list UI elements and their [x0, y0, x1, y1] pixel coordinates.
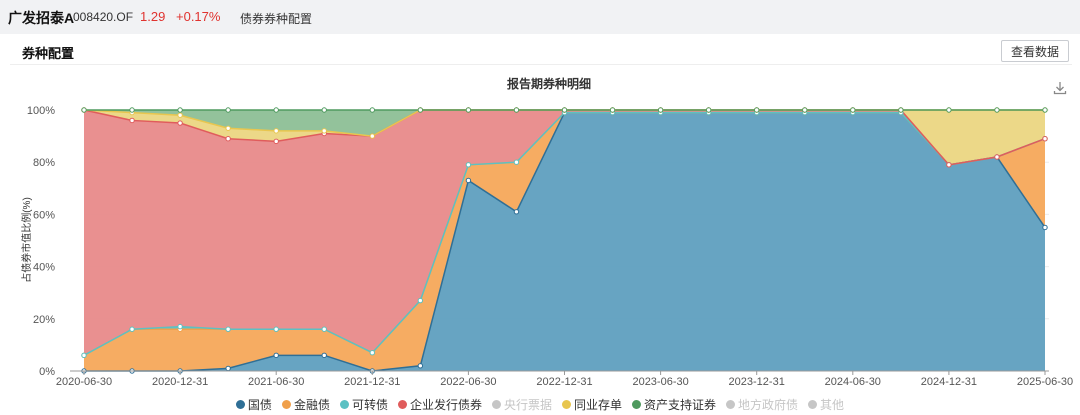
legend-label: 企业发行债券	[409, 398, 482, 412]
data-point[interactable]	[609, 107, 616, 113]
legend-item-同业存单[interactable]: 同业存单	[562, 396, 622, 413]
data-point[interactable]	[225, 107, 231, 113]
x-tick-label: 2021-12-31	[344, 376, 400, 388]
area-chart: 报告期券种明细 占债券市值比例(%) 0% 20% 40% 60% 80% 100% 202…	[20, 76, 1073, 388]
data-point[interactable]	[129, 107, 135, 113]
data-point[interactable]	[273, 128, 279, 134]
x-tick-label: 2020-12-31	[152, 376, 208, 388]
data-point[interactable]	[321, 326, 327, 332]
data-point[interactable]	[946, 107, 952, 113]
x-tick-label: 2023-06-30	[632, 376, 688, 388]
legend-label: 地方政府债	[738, 398, 799, 412]
download-icon[interactable]	[1052, 80, 1068, 96]
data-point[interactable]	[81, 107, 87, 113]
y-tick-label: 40%	[33, 262, 55, 274]
data-point[interactable]	[994, 154, 1000, 160]
y-tick-label: 100%	[27, 105, 55, 117]
x-tick-label: 2025-06-30	[1017, 376, 1073, 388]
data-point[interactable]	[177, 112, 183, 118]
legend-label: 央行票据	[503, 398, 552, 412]
data-point[interactable]	[321, 107, 327, 113]
y-axis-label: 占债券市值比例(%)	[20, 197, 33, 283]
chart-title: 报告期券种明细	[507, 76, 591, 91]
data-point[interactable]	[1042, 107, 1048, 113]
legend-item-资产支持证券[interactable]: 资产支持证券	[632, 396, 716, 413]
data-point[interactable]	[994, 107, 1000, 113]
x-tick-label: 2021-06-30	[248, 376, 304, 388]
data-point[interactable]	[369, 350, 375, 356]
legend-marker	[562, 400, 571, 409]
data-point[interactable]	[321, 352, 327, 359]
y-tick-label: 80%	[33, 157, 55, 169]
legend-marker	[808, 400, 818, 409]
data-point[interactable]	[129, 117, 135, 124]
legend-marker	[491, 400, 501, 409]
data-point[interactable]	[417, 363, 424, 369]
data-point[interactable]	[369, 133, 375, 139]
legend-marker	[397, 400, 407, 409]
legend-label: 可转债	[351, 398, 388, 412]
legend-item-金融债[interactable]: 金融债	[281, 396, 330, 413]
data-point[interactable]	[1042, 224, 1048, 231]
legend-item-地方政府债[interactable]: 地方政府债	[726, 396, 798, 413]
data-point[interactable]	[177, 323, 183, 330]
legend-marker	[235, 400, 245, 409]
data-point[interactable]	[369, 107, 375, 113]
data-point[interactable]	[513, 107, 520, 113]
data-point[interactable]	[1042, 136, 1048, 142]
data-point[interactable]	[225, 136, 231, 142]
data-point[interactable]	[177, 107, 183, 113]
legend-label: 资产支持证券	[644, 398, 717, 412]
data-point[interactable]	[850, 107, 856, 113]
legend-marker	[281, 400, 291, 409]
data-point[interactable]	[754, 107, 760, 113]
data-point[interactable]	[225, 326, 231, 332]
legend-item-国债[interactable]: 国债	[235, 396, 272, 413]
data-point[interactable]	[273, 138, 279, 145]
data-point[interactable]	[657, 107, 664, 113]
data-point[interactable]	[417, 107, 424, 113]
data-point[interactable]	[177, 120, 183, 126]
data-point[interactable]	[273, 107, 279, 113]
legend-item-其他[interactable]: 其他	[808, 396, 844, 413]
x-tick-label: 2022-06-30	[440, 376, 496, 388]
x-tick-label: 2022-12-31	[536, 376, 592, 388]
data-point[interactable]	[465, 162, 472, 168]
legend-label: 同业存单	[574, 398, 623, 412]
x-tick-label: 2024-12-31	[921, 376, 977, 388]
data-point[interactable]	[321, 128, 327, 134]
data-point[interactable]	[273, 326, 279, 332]
x-tick-label: 2020-06-30	[56, 376, 112, 388]
y-tick-label: 20%	[33, 314, 55, 326]
legend-marker	[339, 400, 349, 409]
data-point[interactable]	[513, 159, 520, 165]
legend-marker	[726, 400, 736, 409]
y-tick-label: 0%	[39, 366, 55, 378]
chart-legend: 国债 金融债 可转债 企业发行债券 央行票据 同业存单 资产支持证券 地方政府债 其他	[0, 396, 1080, 413]
data-point[interactable]	[513, 209, 520, 215]
x-tick-label: 2024-06-30	[825, 376, 881, 388]
data-point[interactable]	[465, 177, 472, 184]
data-point[interactable]	[802, 107, 808, 113]
legend-marker	[632, 400, 642, 409]
data-point[interactable]	[129, 326, 135, 332]
legend-label: 国债	[247, 398, 272, 412]
data-point[interactable]	[225, 125, 231, 131]
x-tick-label: 2023-12-31	[729, 376, 785, 388]
legend-item-可转债[interactable]: 可转债	[339, 396, 388, 413]
data-point[interactable]	[273, 352, 279, 359]
legend-item-央行票据[interactable]: 央行票据	[491, 396, 552, 413]
data-point[interactable]	[946, 162, 952, 168]
data-point[interactable]	[81, 352, 87, 359]
legend-label: 金融债	[293, 398, 330, 412]
data-point[interactable]	[561, 107, 568, 113]
legend-item-企业发行债券[interactable]: 企业发行债券	[397, 396, 482, 413]
data-point[interactable]	[898, 107, 904, 113]
data-point[interactable]	[417, 297, 424, 304]
legend-label: 其他	[820, 398, 845, 412]
data-point[interactable]	[465, 107, 472, 113]
data-point[interactable]	[225, 365, 231, 372]
y-tick-label: 60%	[33, 209, 55, 221]
data-point[interactable]	[705, 107, 712, 113]
